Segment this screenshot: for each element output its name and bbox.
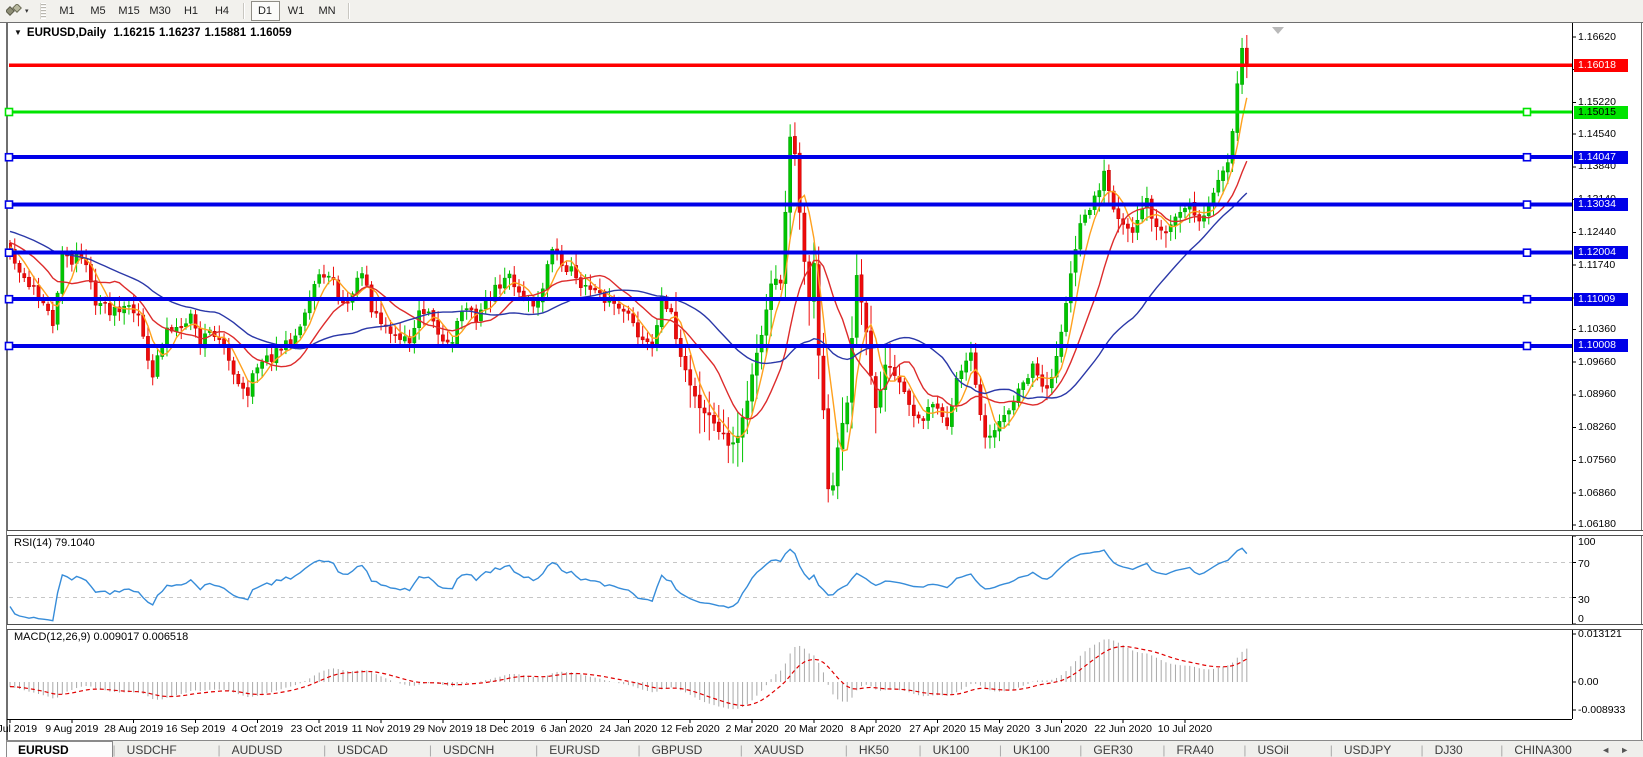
chart-tab-gbpusd-m30[interactable]: GBPUSD M30	[641, 742, 740, 757]
rsi-axis-tick: 100	[1578, 536, 1596, 548]
chart-tab-fra40-h1[interactable]: FRA40 H1	[1165, 742, 1243, 757]
date-axis-tick: 16 Sep 2019	[166, 723, 226, 735]
level-handle[interactable]	[1524, 154, 1531, 161]
level-handle[interactable]	[6, 201, 13, 208]
date-axis-tick: 12 Feb 2020	[661, 723, 720, 735]
mt4-terminal: ▾ M1M5M15M30H1H4D1W1MN ▼EURUSD,Daily 1.1…	[0, 0, 1643, 757]
macd-splitter[interactable]	[7, 624, 1643, 630]
price-level-badge[interactable]: 1.16018	[1574, 59, 1628, 72]
date-axis-tick: 22 Jul 2019	[0, 723, 37, 735]
date-axis-tick: 24 Jan 2020	[599, 723, 657, 735]
date-axis-tick: 10 Jul 2020	[1158, 723, 1212, 735]
level-handle[interactable]	[6, 109, 13, 116]
main-price-panel	[8, 35, 1248, 502]
rsi-axis-tick: 0	[1578, 613, 1584, 625]
ohlc-open: 1.16215	[113, 27, 155, 39]
date-axis-tick: 4 Oct 2019	[232, 723, 283, 735]
price-axis-tick: 1.08960	[1578, 388, 1616, 400]
price-level-badge[interactable]: 1.14047	[1574, 151, 1628, 164]
rsi-axis-tick: 30	[1578, 594, 1590, 606]
level-handle[interactable]	[1524, 342, 1531, 349]
macd-label: MACD(12,26,9) 0.009017 0.006518	[14, 631, 188, 643]
chart-tab-uk100-h1[interactable]: UK100 H1	[1002, 742, 1079, 757]
date-axis-tick: 22 Jun 2020	[1094, 723, 1152, 735]
chart-tab-eurusd-m15[interactable]: EURUSD M15	[538, 742, 637, 757]
chart-canvas[interactable]	[0, 0, 1643, 757]
candles-series	[8, 35, 1248, 502]
date-axis-tick: 3 Jun 2020	[1035, 723, 1087, 735]
price-axis-tick: 1.07560	[1578, 454, 1616, 466]
level-handle[interactable]	[6, 342, 13, 349]
chart-dropdown-icon[interactable]: ▼	[14, 28, 22, 37]
macd-axis-tick: 0.00	[1578, 676, 1598, 688]
chart-tab-usdcnh-daily[interactable]: USDCNH Daily	[432, 742, 535, 757]
level-handle[interactable]	[6, 154, 13, 161]
price-axis-tick: 1.06180	[1578, 518, 1616, 530]
tab-scroll-buttons: ◄►	[1601, 745, 1643, 755]
rsi-panel	[9, 548, 1572, 620]
chart-tab-eurusd-daily[interactable]: EURUSD Daily	[6, 741, 113, 757]
price-axis-tick: 1.06860	[1578, 487, 1616, 499]
rsi-axis-tick: 70	[1578, 558, 1590, 570]
level-handle[interactable]	[6, 249, 13, 256]
macd-axis-tick: 0.013121	[1578, 628, 1622, 640]
chart-tab-china300-h4[interactable]: CHINA300 H4	[1503, 742, 1601, 757]
chart-tab-usdcad-daily[interactable]: USDCAD Daily	[326, 742, 429, 757]
chart-tab-dj30-m15[interactable]: DJ30 M15	[1424, 742, 1501, 757]
date-axis-tick: 8 Apr 2020	[850, 723, 901, 735]
price-axis-tick: 1.08260	[1578, 421, 1616, 433]
price-level-badge[interactable]: 1.13034	[1574, 198, 1628, 211]
symbol-period-label: EURUSD,Daily	[27, 27, 106, 39]
date-axis-tick: 6 Jan 2020	[541, 723, 593, 735]
ohlc-close: 1.16059	[250, 27, 292, 39]
date-axis-tick: 15 May 2020	[969, 723, 1030, 735]
price-axis-tick: 1.12440	[1578, 226, 1616, 238]
macd-panel	[10, 639, 1247, 709]
tab-scroll-left-icon[interactable]: ◄	[1601, 745, 1610, 755]
chart-tab-audusd-daily[interactable]: AUDUSD Daily	[221, 742, 324, 757]
price-axis-tick: 1.10360	[1578, 323, 1616, 335]
chart-tab-hk50-h1[interactable]: HK50 H1	[848, 742, 919, 757]
moving-average-5	[10, 98, 1247, 451]
price-level-badge[interactable]: 1.11009	[1574, 293, 1628, 306]
chart-tab-xauusd-daily[interactable]: XAUUSD Daily	[743, 742, 845, 757]
price-axis-tick: 1.11740	[1578, 259, 1615, 271]
price-axis-tick: 1.09660	[1578, 356, 1616, 368]
price-level-badge[interactable]: 1.10008	[1574, 339, 1628, 352]
chart-tab-uk100-h1[interactable]: UK100 H1	[922, 742, 999, 757]
rsi-label: RSI(14) 79.1040	[14, 537, 95, 549]
rsi-line	[10, 548, 1247, 620]
level-handle[interactable]	[1524, 249, 1531, 256]
ohlc-high: 1.16237	[159, 27, 201, 39]
date-axis-tick: 29 Nov 2019	[413, 723, 473, 735]
macd-axis-tick: -0.008933	[1578, 704, 1625, 716]
chart-title: ▼ EURUSD,Daily 1.16215 1.16237 1.158811.160…	[14, 27, 296, 39]
level-handle[interactable]	[1524, 109, 1531, 116]
level-handle[interactable]	[1524, 296, 1531, 303]
chart-tabs-bar: EURUSD Daily|USDCHF Daily|AUDUSD Daily|U…	[6, 740, 1643, 757]
date-axis-tick: 11 Nov 2019	[352, 723, 411, 735]
rsi-splitter[interactable]	[7, 530, 1643, 536]
chart-tab-ger30-h1[interactable]: GER30 H1	[1082, 742, 1162, 757]
date-axis-tick: 23 Oct 2019	[291, 723, 348, 735]
level-handle[interactable]	[6, 296, 13, 303]
chart-tab-usdchf-daily[interactable]: USDCHF Daily	[116, 742, 218, 757]
price-level-badge[interactable]: 1.15015	[1574, 106, 1628, 119]
chart-tab-usoil-daily[interactable]: USOil Daily	[1247, 742, 1330, 757]
date-axis-tick: 2 Mar 2020	[726, 723, 779, 735]
chart-tab-usdjpy-h1[interactable]: USDJPY H1	[1333, 742, 1421, 757]
date-axis-tick: 20 Mar 2020	[784, 723, 843, 735]
date-axis-tick: 28 Aug 2019	[104, 723, 163, 735]
scroll-marker-icon	[1272, 27, 1284, 34]
date-axis-tick: 9 Aug 2019	[45, 723, 98, 735]
price-level-badge[interactable]: 1.12004	[1574, 246, 1628, 259]
tab-scroll-right-icon[interactable]: ►	[1620, 745, 1629, 755]
price-axis-tick: 1.14540	[1578, 128, 1616, 140]
ohlc-low: 1.15881	[205, 27, 247, 39]
price-axis-tick: 1.16620	[1578, 31, 1616, 43]
date-axis-tick: 27 Apr 2020	[909, 723, 966, 735]
date-axis-tick: 18 Dec 2019	[475, 723, 535, 735]
level-handle[interactable]	[1524, 201, 1531, 208]
